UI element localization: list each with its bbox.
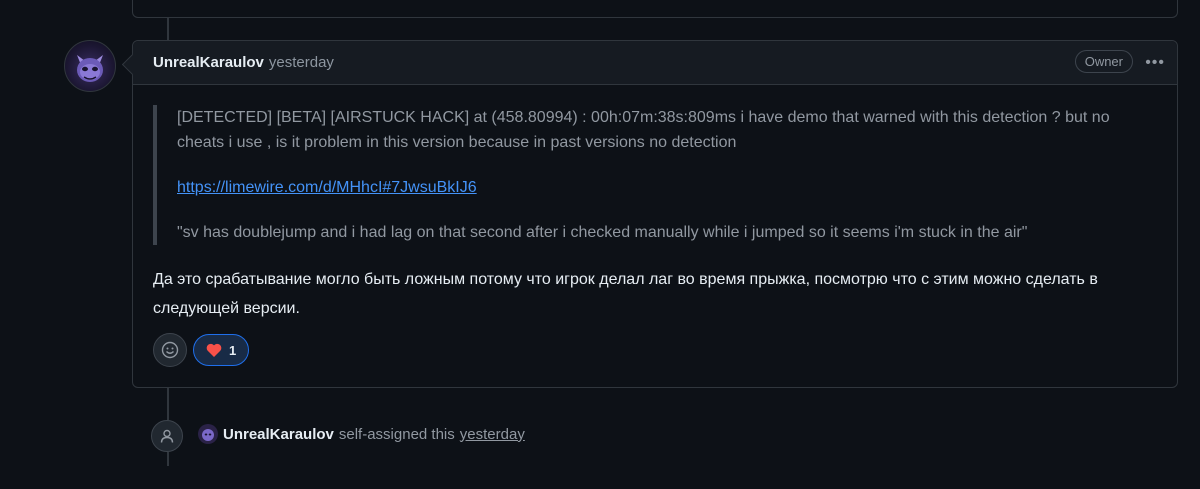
timeline-line-middle [167, 388, 169, 420]
timeline-line-top [167, 18, 169, 40]
quote-paragraph: "sv has doublejump and i had lag on that… [177, 224, 1028, 241]
answer-text: Да это срабатывание могло быть ложным по… [153, 271, 1098, 317]
owner-badge: Owner [1074, 50, 1133, 73]
author-avatar[interactable] [64, 40, 116, 92]
heart-reaction-button[interactable]: 1 [193, 334, 250, 366]
heart-reaction-count: 1 [229, 342, 237, 358]
person-icon [160, 429, 174, 443]
previous-comment-card [132, 0, 1178, 18]
quote-block: [DETECTED] [BETA] [AIRSTUCK HACK] at (45… [153, 105, 1153, 245]
heart-icon [206, 343, 222, 357]
quote-link[interactable]: https://limewire.com/d/MHhcI#7JwsuBkIJ6 [177, 179, 477, 196]
assignment-event: UnrealKaraulov self-assigned this yester… [198, 424, 525, 444]
reactions-bar: 1 [153, 333, 250, 367]
event-actor-name[interactable]: UnrealKaraulov [223, 426, 334, 443]
assignment-event-icon [151, 420, 183, 452]
comment-body: [DETECTED] [BETA] [AIRSTUCK HACK] at (45… [153, 105, 1153, 323]
quote-paragraph: [DETECTED] [BETA] [AIRSTUCK HACK] at (45… [177, 109, 1110, 151]
smiley-icon [161, 341, 179, 359]
comment-timestamp[interactable]: yesterday [269, 54, 334, 71]
event-timestamp[interactable]: yesterday [460, 426, 525, 443]
add-reaction-button[interactable] [153, 333, 187, 367]
avatar-creature-icon [202, 429, 214, 441]
event-actor-avatar[interactable] [198, 424, 218, 444]
more-options-icon[interactable]: ••• [1145, 54, 1165, 72]
quote-link-paragraph: https://limewire.com/d/MHhcI#7JwsuBkIJ6 [177, 175, 1153, 200]
event-action-text: self-assigned this [338, 425, 455, 443]
timeline-line-bottom [167, 452, 169, 466]
avatar-creature-icon [77, 55, 103, 82]
comment-header: UnrealKaraulov yesterday Owner ••• [133, 41, 1177, 85]
comment-author[interactable]: UnrealKaraulov [153, 54, 264, 71]
comment-card: UnrealKaraulov yesterday Owner ••• [DETE… [132, 40, 1178, 388]
